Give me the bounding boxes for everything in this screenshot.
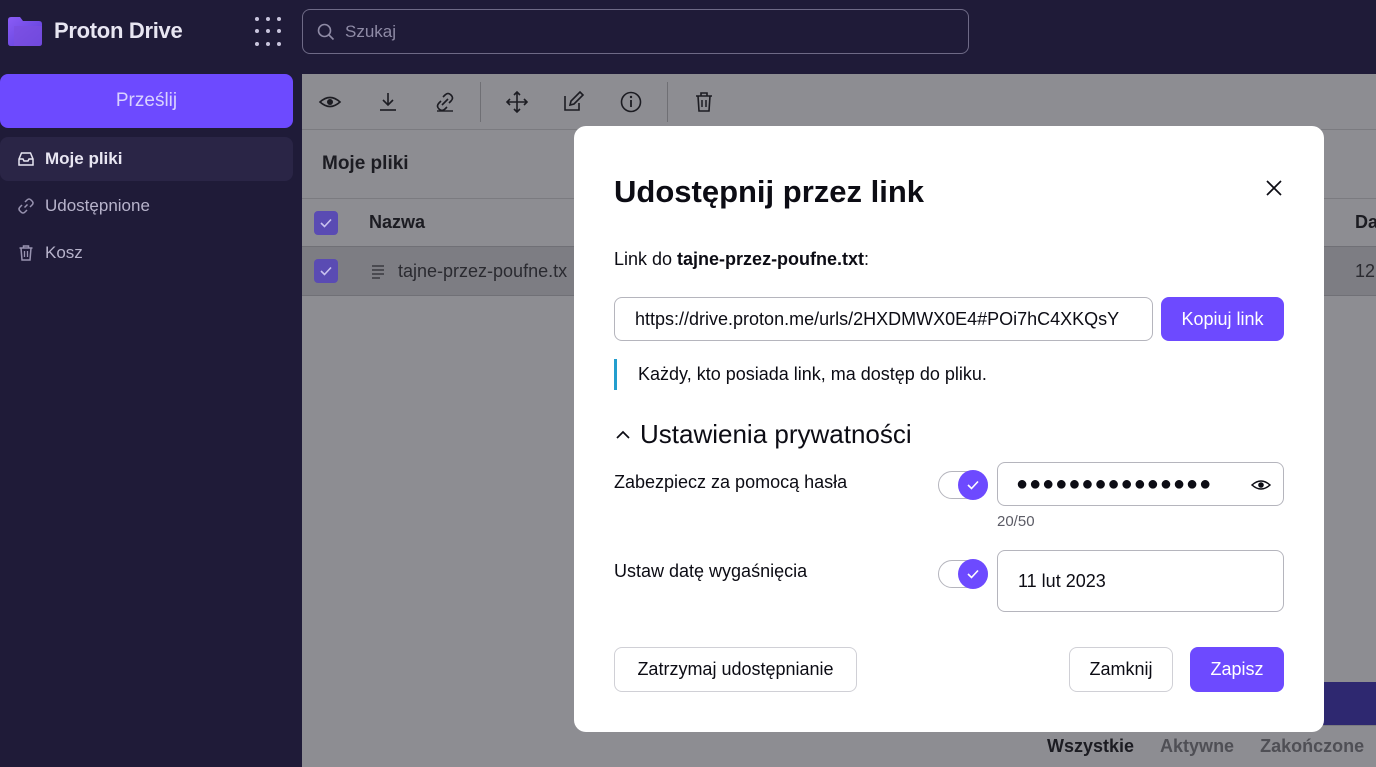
expiry-date-label: Ustaw datę wygaśnięcia [614,561,808,581]
file-toolbar [302,74,1376,130]
privacy-settings-toggle[interactable]: Ustawienia prywatności [614,419,912,450]
proton-drive-logo-icon [8,16,42,46]
password-char-counter: 20/50 [997,513,1035,530]
sidebar: Prześlij Moje pliki Udostępnione Kosz [0,64,302,767]
tab-active[interactable]: Aktywne [1160,736,1234,757]
sidebar-item-my-files[interactable]: Moje pliki [0,137,293,181]
upload-button[interactable]: Prześlij [0,74,293,128]
top-bar: Proton Drive [0,0,1376,64]
tab-finished[interactable]: Zakończone [1260,736,1364,757]
rename-edit-icon[interactable] [561,90,585,114]
close-icon[interactable] [1262,176,1286,200]
search-input[interactable] [345,21,905,42]
search-bar[interactable] [302,9,969,54]
expiry-date-input[interactable]: 11 lut 2023 [997,550,1284,612]
check-icon [967,569,979,579]
link-icon [18,198,34,214]
access-notice: Każdy, kto posiada link, ma dostęp do pl… [614,359,987,390]
check-icon [967,480,979,490]
info-icon[interactable] [619,90,643,114]
search-icon [317,23,335,40]
select-all-checkbox[interactable] [314,211,338,235]
password-toggle[interactable] [938,470,988,500]
sidebar-item-trash[interactable]: Kosz [0,231,293,275]
password-masked-value: ●●●●●●●●●●●●●●● [1016,472,1213,495]
link-label: Link do tajne-przez-poufne.txt: [614,249,869,270]
chevron-up-icon [616,430,630,439]
share-link-icon[interactable] [433,90,457,114]
file-name: tajne-przez-poufne.tx [398,261,568,281]
show-password-eye-icon[interactable] [1251,475,1271,495]
column-header-date[interactable]: Da [1355,212,1376,233]
close-button[interactable]: Zamknij [1069,647,1173,692]
page-title: Moje pliki [322,153,409,174]
copy-link-button[interactable]: Kopiuj link [1161,297,1284,341]
app-logo[interactable]: Proton Drive [8,16,183,46]
move-icon[interactable] [505,90,529,114]
sidebar-item-label: Moje pliki [45,149,123,168]
column-header-name[interactable]: Nazwa [369,212,425,233]
trash-icon [19,245,33,261]
share-link-dialog: Udostępnij przez link Link do tajne-prze… [574,126,1324,732]
toolbar-divider [667,82,668,122]
sidebar-item-shared[interactable]: Udostępnione [0,184,293,228]
password-protect-label: Zabezpiecz za pomocą hasła [614,472,848,492]
toggle-knob [958,559,988,589]
expiry-toggle[interactable] [938,559,988,589]
stop-sharing-button[interactable]: Zatrzymaj udostępnianie [614,647,857,692]
password-input[interactable]: ●●●●●●●●●●●●●●● [997,462,1284,506]
link-label-suffix: : [864,249,870,269]
dialog-title: Udostępnij przez link [614,174,925,209]
link-label-prefix: Link do [614,249,678,269]
file-date: 12 [1355,261,1376,281]
save-button[interactable]: Zapisz [1190,647,1284,692]
delete-trash-icon[interactable] [692,90,716,114]
text-file-icon [372,265,384,279]
toolbar-divider [480,82,481,122]
apps-grid-icon[interactable] [255,17,285,47]
check-icon [320,218,332,228]
tab-all[interactable]: Wszystkie [1047,736,1134,757]
preview-eye-icon[interactable] [318,90,342,114]
app-name: Proton Drive [54,18,183,43]
inbox-icon [18,152,34,166]
row-checkbox[interactable] [314,259,338,283]
share-url-field[interactable]: https://drive.proton.me/urls/2HXDMWX0E4#… [614,297,1153,341]
privacy-settings-title: Ustawienia prywatności [640,419,912,449]
sidebar-item-label: Udostępnione [45,196,150,215]
sidebar-item-label: Kosz [45,243,83,262]
check-icon [320,266,332,276]
toggle-knob [958,470,988,500]
download-icon[interactable] [376,90,400,114]
shared-file-name: tajne-przez-poufne.txt [677,249,865,269]
